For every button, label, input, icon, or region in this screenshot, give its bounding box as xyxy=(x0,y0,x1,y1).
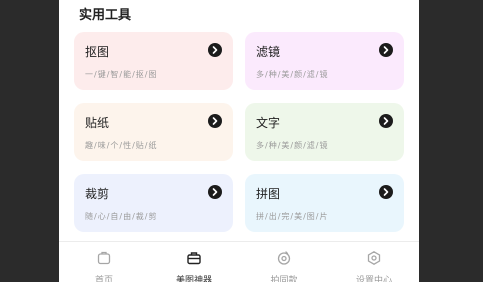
tab-home[interactable]: 首页 xyxy=(59,242,149,282)
tool-card-title: 裁剪 xyxy=(85,187,110,201)
section-title: 实用工具 xyxy=(79,8,132,23)
camera-icon xyxy=(276,250,292,266)
arrow-right-icon[interactable] xyxy=(208,114,222,128)
tool-card-collage[interactable]: 拼图 拼/出/完/美/图/片 xyxy=(245,174,404,232)
tool-card-desc: 一/键/智/能/抠/图 xyxy=(85,70,158,79)
tool-card-desc: 拼/出/完/美/图/片 xyxy=(256,212,329,221)
tool-card-cutout[interactable]: 抠图 一/键/智/能/抠/图 xyxy=(74,32,233,90)
app-screen: 实用工具 抠图 一/键/智/能/抠/图 滤镜 多/种/美/颜/滤/镜 贴纸 趣/… xyxy=(59,0,419,282)
toolbox-icon xyxy=(186,250,202,266)
tool-card-title: 贴纸 xyxy=(85,116,110,130)
tool-card-filter[interactable]: 滤镜 多/种/美/颜/滤/镜 xyxy=(245,32,404,90)
arrow-right-icon[interactable] xyxy=(208,43,222,57)
arrow-right-icon[interactable] xyxy=(208,185,222,199)
settings-icon xyxy=(366,250,382,266)
tool-card-text[interactable]: 文字 多/种/美/颜/滤/镜 xyxy=(245,103,404,161)
tool-card-desc: 趣/味/个/性/贴/纸 xyxy=(85,141,158,150)
tab-label: 拍同款 xyxy=(270,276,298,282)
tool-card-desc: 多/种/美/颜/滤/镜 xyxy=(256,70,329,79)
tab-label: 首页 xyxy=(94,276,113,282)
arrow-right-icon[interactable] xyxy=(379,114,393,128)
tab-settings[interactable]: 设置中心 xyxy=(329,242,419,282)
arrow-right-icon[interactable] xyxy=(379,185,393,199)
tool-card-desc: 多/种/美/颜/滤/镜 xyxy=(256,141,329,150)
tool-card-title: 滤镜 xyxy=(256,45,281,59)
tab-label: 设置中心 xyxy=(355,276,392,282)
home-icon xyxy=(96,250,112,266)
tab-label: 美图神器 xyxy=(175,276,212,282)
tool-card-crop[interactable]: 裁剪 随/心/自/由/裁/剪 xyxy=(74,174,233,232)
tool-card-title: 拼图 xyxy=(256,187,281,201)
tool-card-title: 文字 xyxy=(256,116,281,130)
tab-tools[interactable]: 美图神器 xyxy=(149,242,239,282)
arrow-right-icon[interactable] xyxy=(379,43,393,57)
tab-same-style[interactable]: 拍同款 xyxy=(239,242,329,282)
tool-card-title: 抠图 xyxy=(85,45,110,59)
tool-card-desc: 随/心/自/由/裁/剪 xyxy=(85,212,158,221)
tool-card-sticker[interactable]: 贴纸 趣/味/个/性/贴/纸 xyxy=(74,103,233,161)
bottom-tab-bar: 首页 美图神器 拍同款 设置中心 xyxy=(59,241,419,282)
